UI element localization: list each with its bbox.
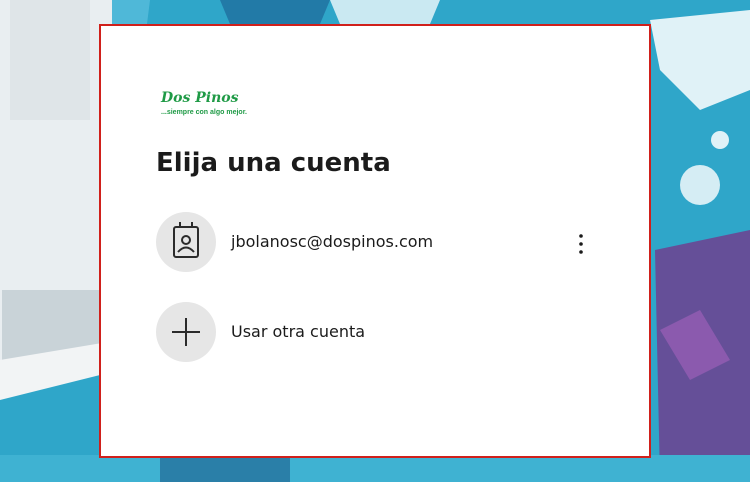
account-picker-dialog: Dos Pinos ...siempre con algo mejor. Eli… <box>99 24 651 458</box>
more-options-icon <box>579 234 583 254</box>
person-badge-icon <box>173 222 199 258</box>
plus-icon <box>172 318 200 346</box>
use-another-account-button[interactable]: Usar otra cuenta <box>156 302 596 362</box>
account-email: jbolanosc@dospinos.com <box>231 232 434 251</box>
avatar <box>156 212 216 272</box>
logo-tagline: ...siempre con algo mejor. <box>161 109 247 116</box>
account-tile[interactable]: jbolanosc@dospinos.com <box>156 212 596 272</box>
more-options-button[interactable] <box>561 231 591 257</box>
logo-brand: Dos Pinos <box>161 90 239 106</box>
page-title: Elija una cuenta <box>156 148 391 178</box>
use-another-account-label: Usar otra cuenta <box>231 322 366 341</box>
add-account-avatar <box>156 302 216 362</box>
dos-pinos-logo: Dos Pinos ...siempre con algo mejor. <box>161 90 267 120</box>
